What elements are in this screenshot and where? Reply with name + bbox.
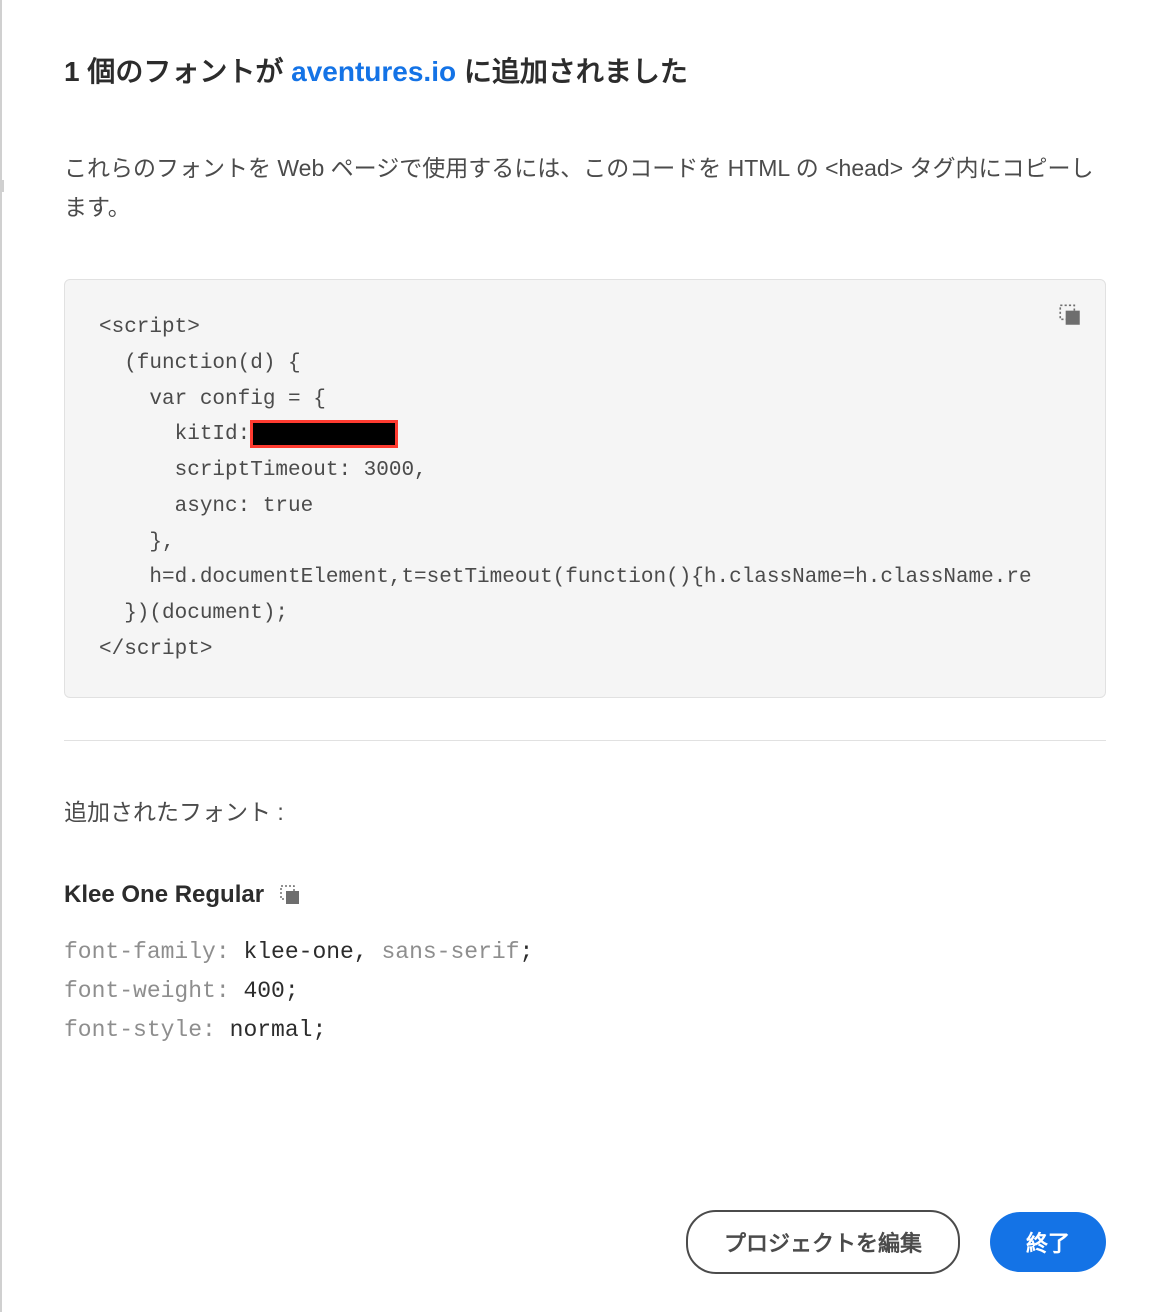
redacted-kit-id [250,420,398,448]
dialog-title: 1 個のフォントが aventures.io に追加されました [64,52,1106,91]
description-text: これらのフォントを Web ページで使用するには、このコードを HTML の <… [64,149,1106,227]
done-button[interactable]: 終了 [990,1212,1106,1272]
css-property: font-style: [64,1017,230,1043]
dialog-button-bar: プロジェクトを編集 終了 [686,1210,1106,1274]
embed-code: <script> (function(d) { var config = { k… [99,310,1071,667]
added-fonts-heading: 追加されたフォント : [64,793,1106,827]
font-name-row: Klee One Regular [64,881,302,909]
section-divider [64,740,1106,741]
css-value: 400 [243,978,284,1004]
copy-code-button[interactable] [1057,302,1083,328]
font-css-lines: font-family: klee-one, sans-serif; font-… [64,933,1106,1050]
css-semicolon: ; [285,978,299,1004]
css-value: normal [230,1017,313,1043]
css-semicolon: ; [312,1017,326,1043]
css-property: font-family: [64,939,243,965]
embed-code-box: <script> (function(d) { var config = { k… [64,279,1106,698]
font-entry: Klee One Regular font-family: klee-one, … [64,881,1106,1050]
project-link[interactable]: aventures.io [291,56,456,87]
edit-project-button[interactable]: プロジェクトを編集 [686,1210,960,1274]
css-semicolon: ; [520,939,534,965]
font-name-text: Klee One Regular [64,881,264,909]
title-prefix: 1 個のフォントが [64,56,291,87]
css-value-fallback: sans-serif [368,939,520,965]
css-value: klee-one, [243,939,367,965]
css-property: font-weight: [64,978,243,1004]
copy-font-css-button[interactable] [278,883,302,907]
title-suffix: に追加されました [456,56,688,87]
